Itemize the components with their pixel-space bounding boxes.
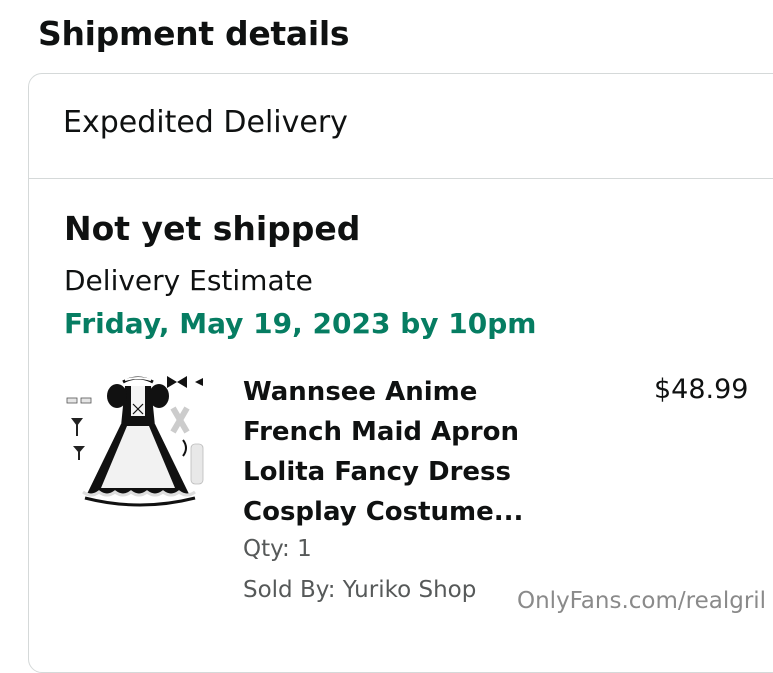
watermark-text: OnlyFans.com/realgril [517, 588, 767, 614]
item-quantity: Qty: 1 [243, 536, 312, 562]
product-image[interactable] [63, 374, 213, 514]
delivery-type-label: Expedited Delivery [63, 105, 348, 140]
delivery-type-header: Expedited Delivery [29, 74, 773, 179]
shipment-status: Not yet shipped [64, 209, 361, 248]
product-title-line[interactable]: Wannsee Anime [243, 372, 543, 412]
product-title-line[interactable]: French Maid Apron [243, 412, 543, 452]
shipment-card: Expedited Delivery Not yet shipped Deliv… [28, 73, 773, 673]
seller-info: Sold By: Yuriko Shop [243, 577, 477, 603]
product-title-line[interactable]: Cosplay Costume... [243, 492, 543, 532]
delivery-estimate-date: Friday, May 19, 2023 by 10pm [64, 307, 537, 340]
product-title[interactable]: Wannsee Anime French Maid Apron Lolita F… [243, 372, 543, 532]
item-price: $48.99 [654, 374, 749, 405]
delivery-estimate-label: Delivery Estimate [64, 264, 313, 297]
product-title-line[interactable]: Lolita Fancy Dress [243, 452, 543, 492]
page-title: Shipment details [38, 14, 350, 53]
